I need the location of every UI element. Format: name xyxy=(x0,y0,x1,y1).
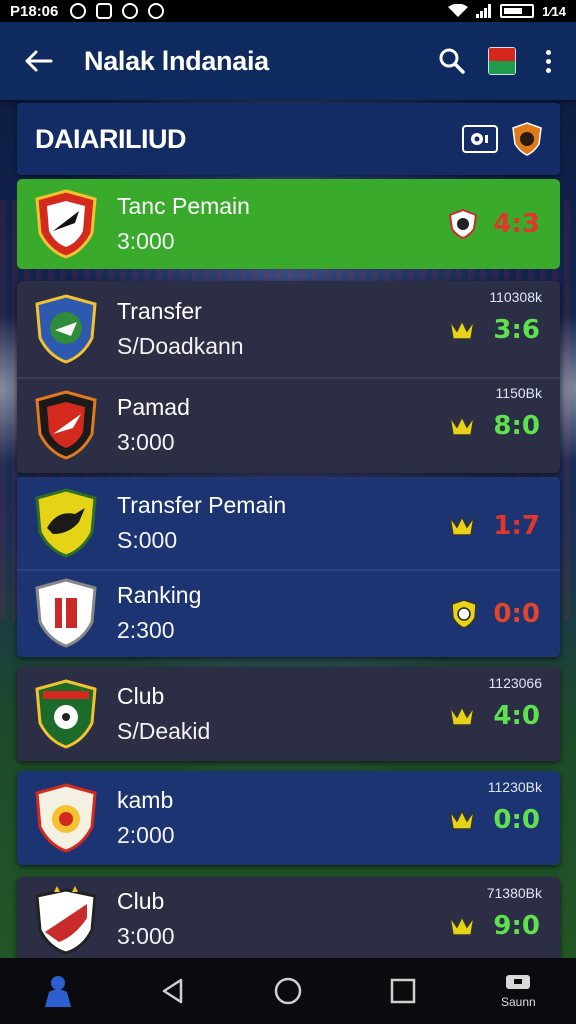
club-badge-icon xyxy=(35,189,97,259)
trophy-icon xyxy=(449,705,476,726)
item-value: 2:000 xyxy=(117,822,175,848)
match-score: 9:0 xyxy=(493,911,540,941)
more-options-icon[interactable] xyxy=(538,49,558,73)
item-value: 3:000 xyxy=(117,429,175,455)
battery-text: 1⁄14 xyxy=(542,3,566,19)
status-bar: P18:06 1⁄14 xyxy=(0,0,576,22)
notification-icon xyxy=(70,3,87,19)
club-badge-icon xyxy=(35,488,97,558)
item-name: Club xyxy=(117,683,165,709)
ball-badge-icon xyxy=(451,599,478,629)
nav-home-circle-button[interactable] xyxy=(258,961,318,1021)
triangle-back-icon xyxy=(162,978,183,1004)
club-crest-icon[interactable] xyxy=(512,122,542,156)
item-name: Pamad xyxy=(117,394,190,420)
item-meta: 11230Bk xyxy=(487,779,542,795)
match-score: 8:0 xyxy=(493,411,540,441)
club-badge-icon xyxy=(35,783,97,853)
nav-home-button[interactable] xyxy=(28,961,88,1021)
circle-home-icon xyxy=(274,977,302,1005)
nav-recents-button[interactable] xyxy=(373,961,433,1021)
match-score: 4:3 xyxy=(493,209,540,239)
item-name: Club xyxy=(117,888,165,914)
saved-icon xyxy=(506,974,531,989)
item-meta: 110308k xyxy=(489,289,542,305)
club-badge-icon xyxy=(35,294,97,364)
list-item[interactable]: Club S/Deakid 1123066 4:0 xyxy=(17,667,560,761)
item-value: 3:000 xyxy=(117,228,175,254)
wifi-icon xyxy=(448,4,469,17)
match-score: 4:0 xyxy=(493,701,540,731)
page-title: Nalak lndanaia xyxy=(84,45,269,76)
list-item[interactable]: Transfer S/Doadkann 110308k 3:6 xyxy=(17,281,560,377)
item-value: S/Deakid xyxy=(117,718,211,744)
list-item[interactable]: Tanc Pemain 3:000 4:3 xyxy=(17,179,560,269)
signal-icon xyxy=(476,4,492,18)
item-meta: 1123066 xyxy=(488,675,542,691)
nav-saved-button[interactable]: Saunn xyxy=(488,961,548,1021)
item-name: Tanc Pemain xyxy=(117,193,250,219)
sync-notification-icon xyxy=(148,3,165,19)
back-button[interactable] xyxy=(18,41,58,81)
item-value: S/Doadkann xyxy=(117,333,244,359)
match-score: 0:0 xyxy=(493,599,540,629)
item-value: 3:000 xyxy=(117,923,175,949)
nav-saved-label: Saunn xyxy=(500,994,536,1009)
list-item[interactable]: Club 3:000 71380Bk 9:0 xyxy=(17,877,560,961)
ball-badge-icon xyxy=(449,209,478,239)
section-header: DAIARILIUD xyxy=(17,103,560,175)
club-badge-icon xyxy=(35,390,97,460)
item-name: Transfer xyxy=(117,298,202,324)
list-item[interactable]: Transfer Pemain S:000 1:7 xyxy=(17,477,560,569)
battery-icon xyxy=(500,4,535,18)
scoreboard-icon[interactable] xyxy=(462,125,498,153)
item-name: kamb xyxy=(117,787,174,813)
item-value: 2:300 xyxy=(117,617,175,643)
item-meta: 1150Bk xyxy=(495,385,542,401)
search-icon[interactable] xyxy=(438,47,466,75)
club-badge-icon xyxy=(35,886,97,954)
item-value: S:000 xyxy=(117,527,178,553)
item-name: Transfer Pemain xyxy=(117,492,287,518)
trophy-icon xyxy=(449,415,476,436)
navigation-bar: Saunn xyxy=(0,958,576,1024)
trophy-icon xyxy=(449,515,476,536)
list-item[interactable]: Pamad 3:000 1150Bk 8:0 xyxy=(17,377,560,473)
match-score: 3:6 xyxy=(493,315,540,345)
status-time: P18:06 xyxy=(10,2,59,20)
section-title: DAIARILIUD xyxy=(35,123,187,154)
arrow-left-icon xyxy=(25,50,53,72)
item-name: Ranking xyxy=(117,582,202,608)
app-bar: Nalak lndanaia xyxy=(0,22,576,100)
chat-notification-icon xyxy=(122,3,139,19)
flag-button[interactable] xyxy=(488,47,516,75)
square-recents-icon xyxy=(390,978,416,1004)
nav-back-button[interactable] xyxy=(143,961,203,1021)
match-score: 0:0 xyxy=(493,805,540,835)
player-icon xyxy=(44,976,71,1007)
club-badge-icon xyxy=(35,679,97,749)
club-badge-icon xyxy=(35,578,97,648)
list-item[interactable]: kamb 2:000 11230Bk 0:0 xyxy=(17,771,560,865)
trophy-icon xyxy=(449,915,476,936)
list-item[interactable]: Ranking 2:300 0:0 xyxy=(17,569,560,657)
item-meta: 71380Bk xyxy=(486,885,542,901)
trophy-icon xyxy=(449,319,476,340)
app-notification-icon xyxy=(96,3,113,19)
trophy-icon xyxy=(449,809,476,830)
match-score: 1:7 xyxy=(493,511,540,541)
